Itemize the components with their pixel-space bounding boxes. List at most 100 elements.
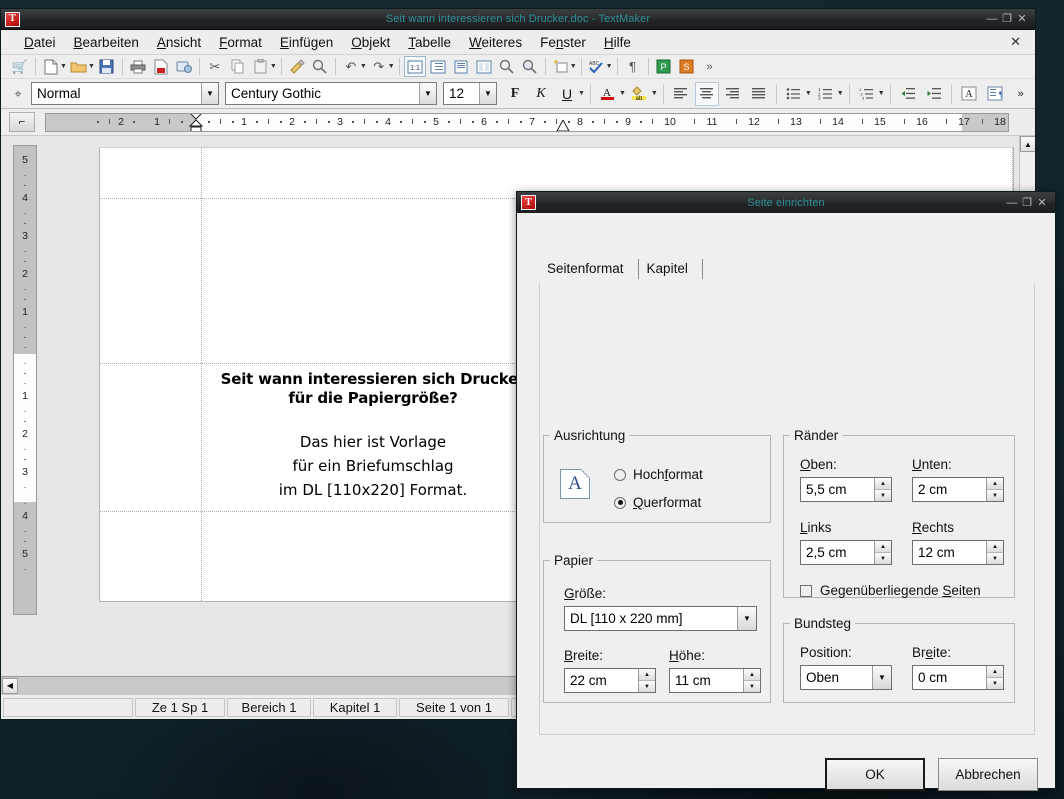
margin-right-spinner[interactable]: ▲ ▼ [912, 540, 1004, 565]
vertical-ruler[interactable]: 5 · - 4 · - 3 · - 2 · - 1 · - · · - · 1 … [13, 145, 37, 615]
radio-querformat[interactable]: Querformat [614, 495, 701, 510]
spinner-down-icon[interactable]: ▼ [987, 678, 1003, 689]
increase-indent-icon[interactable] [922, 82, 946, 106]
highlight-button[interactable]: ab [628, 82, 652, 106]
menu-bearbeiten[interactable]: Bearbeiten [65, 33, 148, 52]
cancel-button[interactable]: Abbrechen [938, 758, 1038, 791]
margin-bottom-input[interactable] [913, 478, 986, 501]
status-chapter[interactable]: Kapitel 1 [313, 698, 397, 717]
status-page[interactable]: Seite 1 von 1 [399, 698, 509, 717]
cut-icon[interactable]: ✂ [204, 56, 226, 77]
gutter-width-input[interactable] [913, 666, 986, 689]
spinner-up-icon[interactable]: ▲ [875, 541, 891, 553]
chevron-down-icon[interactable]: ▼ [872, 666, 891, 689]
find-icon[interactable] [309, 56, 331, 77]
minimize-icon[interactable]: — [1005, 196, 1019, 210]
align-justify-icon[interactable] [747, 82, 771, 106]
spinner-down-icon[interactable]: ▼ [987, 553, 1003, 564]
planmaker-icon[interactable]: S [676, 56, 698, 77]
align-center-icon[interactable] [695, 82, 719, 106]
paper-height-input[interactable] [670, 669, 743, 692]
decrease-indent-icon[interactable] [896, 82, 920, 106]
spellcheck-icon[interactable]: ABC [586, 56, 608, 77]
menu-hilfe[interactable]: Hilfe [595, 33, 640, 52]
zoom-100-icon[interactable]: 1:1 [404, 56, 426, 77]
scroll-left-icon[interactable]: ◀ [2, 678, 18, 694]
export-pdf-icon[interactable] [150, 56, 172, 77]
spinner-down-icon[interactable]: ▼ [875, 553, 891, 564]
margin-right-input[interactable] [913, 541, 986, 564]
margin-bottom-spinner[interactable]: ▲ ▼ [912, 477, 1004, 502]
chevron-down-icon[interactable]: ▼ [419, 83, 436, 104]
chevron-down-icon[interactable]: ▼ [805, 90, 812, 97]
spinner-up-icon[interactable]: ▲ [744, 669, 760, 681]
character-format-icon[interactable]: A [957, 82, 981, 106]
zoom-page-width-icon[interactable] [427, 56, 449, 77]
presentations-icon[interactable]: P [653, 56, 675, 77]
spinner-buttons[interactable]: ▲ ▼ [874, 478, 891, 501]
tab-stop-selector[interactable]: ⌐ [9, 112, 35, 132]
chevron-down-icon[interactable]: ▼ [878, 90, 885, 97]
new-document-icon[interactable] [40, 56, 62, 77]
print-icon[interactable] [127, 56, 149, 77]
document-text-block[interactable]: Seit wann interessieren sich Drucker für… [203, 370, 543, 502]
spinner-down-icon[interactable]: ▼ [744, 681, 760, 692]
paper-width-input[interactable] [565, 669, 638, 692]
dialog-titlebar[interactable]: T Seite einrichten — ❐ ✕ [517, 192, 1055, 213]
formatting-marks-icon[interactable]: ¶ [622, 56, 644, 77]
spinner-up-icon[interactable]: ▲ [987, 478, 1003, 490]
spinner-up-icon[interactable]: ▲ [639, 669, 655, 681]
spinner-down-icon[interactable]: ▼ [639, 681, 655, 692]
copy-icon[interactable] [227, 56, 249, 77]
maximize-icon[interactable]: ❐ [1020, 196, 1034, 210]
spinner-up-icon[interactable]: ▲ [987, 541, 1003, 553]
menu-fenster[interactable]: Fenster [531, 33, 595, 52]
ok-button[interactable]: OK [825, 758, 925, 791]
checkbox-indicator[interactable] [800, 585, 812, 597]
menu-format[interactable]: Format [210, 33, 271, 52]
paper-width-spinner[interactable]: ▲ ▼ [564, 668, 656, 693]
close-document-icon[interactable]: ✕ [1010, 34, 1021, 50]
margin-left-input[interactable] [801, 541, 874, 564]
format-painter-icon[interactable] [286, 56, 308, 77]
paste-icon[interactable] [250, 56, 272, 77]
spinner-up-icon[interactable]: ▲ [875, 478, 891, 490]
margin-left-spinner[interactable]: ▲ ▼ [800, 540, 892, 565]
menu-objekt[interactable]: Objekt [342, 33, 399, 52]
insert-object-icon[interactable] [550, 56, 572, 77]
zoom-in-icon[interactable] [496, 56, 518, 77]
email-icon[interactable] [173, 56, 195, 77]
cart-icon[interactable]: 🛒 [9, 56, 31, 77]
align-right-icon[interactable] [721, 82, 745, 106]
chevron-down-icon[interactable]: ▼ [201, 83, 218, 104]
close-icon[interactable]: ✕ [1035, 196, 1049, 210]
spinner-buttons[interactable]: ▲ ▼ [874, 541, 891, 564]
font-size-combo[interactable]: 12 ▼ [443, 82, 497, 105]
font-color-button[interactable]: A [596, 82, 620, 106]
italic-button[interactable]: K [529, 82, 553, 106]
spinner-buttons[interactable]: ▲ ▼ [986, 666, 1003, 689]
gutter-position-combo[interactable]: Oben ▼ [800, 665, 892, 690]
formatbar-overflow-chevron-icon[interactable]: » [1009, 82, 1033, 106]
gutter-width-spinner[interactable]: ▲ ▼ [912, 665, 1004, 690]
save-icon[interactable] [96, 56, 118, 77]
spinner-down-icon[interactable]: ▼ [987, 490, 1003, 501]
spinner-buttons[interactable]: ▲ ▼ [638, 669, 655, 692]
undo-icon[interactable]: ↶ [340, 56, 362, 77]
radio-indicator[interactable] [614, 469, 626, 481]
margin-top-input[interactable] [801, 478, 874, 501]
radio-hochformat[interactable]: Hochformat [614, 467, 703, 482]
spinner-up-icon[interactable]: ▲ [987, 666, 1003, 678]
bullet-list-icon[interactable] [782, 82, 806, 106]
underline-button[interactable]: U [555, 82, 579, 106]
toolbar-overflow-chevron-icon[interactable]: » [699, 56, 721, 77]
zoom-whole-page-icon[interactable] [450, 56, 472, 77]
outline-list-icon[interactable]: 123 [855, 82, 879, 106]
paper-height-spinner[interactable]: ▲ ▼ [669, 668, 761, 693]
paper-size-combo[interactable]: DL [110 x 220 mm] ▼ [564, 606, 757, 631]
spinner-buttons[interactable]: ▲ ▼ [986, 478, 1003, 501]
open-folder-icon[interactable] [68, 56, 90, 77]
scroll-up-icon[interactable]: ▲ [1020, 136, 1035, 152]
horizontal-ruler[interactable]: 2 1 1 2 3 4 5 [45, 113, 1009, 132]
spinner-buttons[interactable]: ▲ ▼ [986, 541, 1003, 564]
